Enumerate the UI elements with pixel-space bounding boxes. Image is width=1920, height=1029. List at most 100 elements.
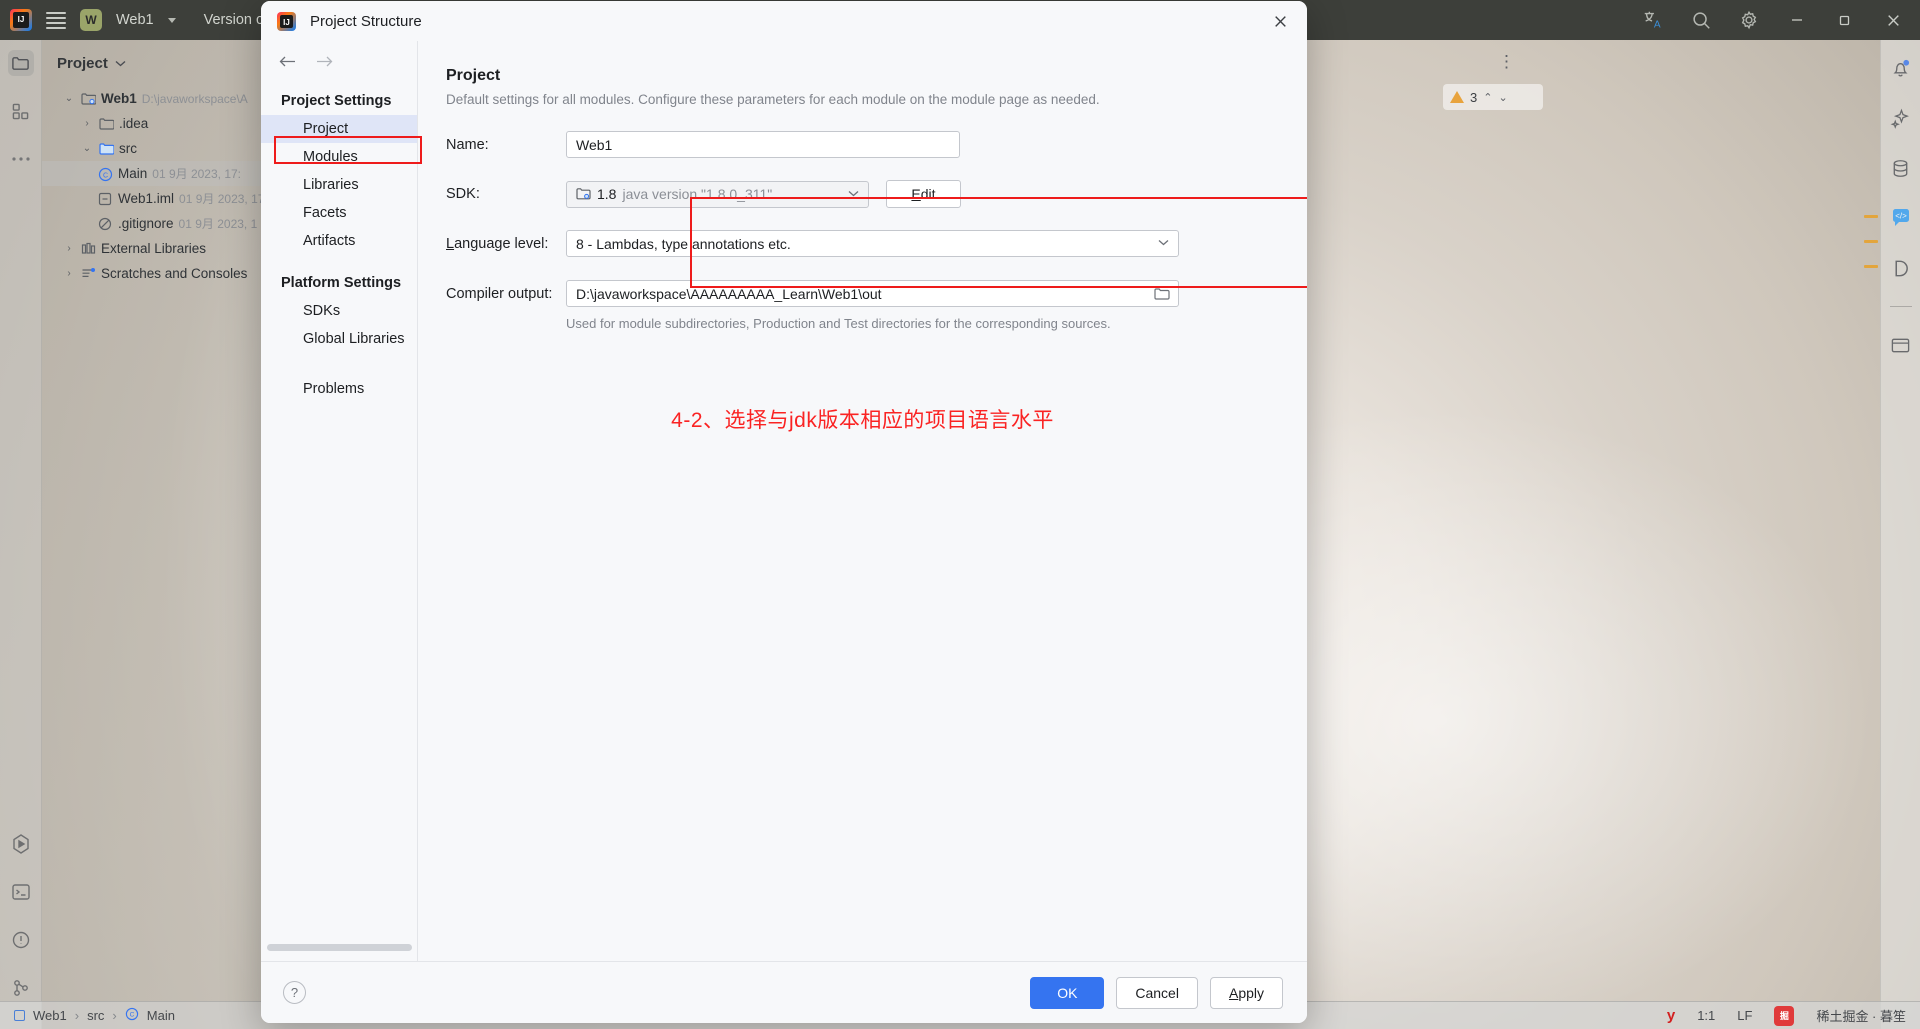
sidebar-item-facets[interactable]: Facets xyxy=(261,199,417,227)
chevron-collapsed-icon[interactable]: › xyxy=(62,268,76,279)
more-ellipsis-icon[interactable] xyxy=(8,146,34,172)
tree-meta: 01 9月 2023, 17: xyxy=(152,167,242,181)
chevron-collapsed-icon[interactable]: › xyxy=(80,118,94,129)
chevron-collapsed-icon[interactable]: › xyxy=(62,243,76,254)
divider xyxy=(1889,306,1912,307)
dialog-body: Project Settings Project Modules Librari… xyxy=(261,41,1307,961)
chevron-down-icon[interactable] xyxy=(1158,238,1169,249)
dialog-footer: ? OK Cancel Apply xyxy=(261,961,1307,1023)
activity-bar xyxy=(0,40,42,1029)
tree-node-gitignore[interactable]: .gitignore 01 9月 2023, 1 xyxy=(42,211,280,236)
problems-icon[interactable] xyxy=(8,927,34,953)
language-level-value: 8 - Lambdas, type annotations etc. xyxy=(576,235,791,252)
chevron-expanded-icon[interactable]: ⌄ xyxy=(80,143,94,154)
close-icon[interactable] xyxy=(1267,8,1293,34)
chevron-down-icon[interactable]: ⌄ xyxy=(1498,91,1507,104)
tree-node-external-libraries[interactable]: › External Libraries xyxy=(42,236,280,261)
sidebar-scrollbar[interactable] xyxy=(267,944,412,951)
notifications-bell-icon[interactable] xyxy=(1889,56,1913,80)
language-level-combobox[interactable]: 8 - Lambdas, type annotations etc. xyxy=(566,230,1179,257)
svg-text:C: C xyxy=(103,172,108,179)
version-control-icon[interactable] xyxy=(8,975,34,1001)
breadcrumb-item-module[interactable]: Web1 xyxy=(33,1008,67,1023)
project-panel-header[interactable]: Project xyxy=(42,40,280,72)
more-vertical-icon[interactable]: ⋮ xyxy=(1498,52,1516,72)
name-row: Name: Web1 xyxy=(446,131,1277,158)
titlebar-project-name[interactable]: Web1 xyxy=(116,12,154,28)
annotation-text: 4-2、选择与jdk版本相应的项目语言水平 xyxy=(671,409,1054,432)
tree-node-main[interactable]: C Main 01 9月 2023, 17: xyxy=(42,161,280,186)
translate-icon[interactable]: A xyxy=(1642,9,1664,31)
panel-icon[interactable] xyxy=(1889,333,1913,357)
breadcrumb-item-class[interactable]: Main xyxy=(147,1008,175,1023)
line-separator[interactable]: LF xyxy=(1737,1008,1752,1023)
tree-node-scratches[interactable]: › Scratches and Consoles xyxy=(42,261,280,286)
sidebar-item-artifacts[interactable]: Artifacts xyxy=(261,227,417,255)
tree-node-web1-iml[interactable]: Web1.iml 01 9月 2023, 17 xyxy=(42,186,280,211)
arrow-left-icon[interactable] xyxy=(279,53,296,73)
caret-position[interactable]: 1:1 xyxy=(1697,1008,1715,1023)
tree-label: Main xyxy=(118,166,148,181)
language-level-label: Language level: xyxy=(446,235,549,252)
hamburger-menu-icon[interactable] xyxy=(46,11,66,29)
project-name-input[interactable]: Web1 xyxy=(566,131,960,158)
arrow-right-icon[interactable] xyxy=(316,53,333,73)
tree-node-src[interactable]: ⌄ src xyxy=(42,136,280,161)
compiler-output-label: Compiler output: xyxy=(446,285,553,302)
apply-button[interactable]: Apply xyxy=(1209,976,1283,1009)
tree-node-web1[interactable]: ⌄ Web1 D:\javaworkspace\A xyxy=(42,86,280,111)
sidebar-item-problems[interactable]: Problems xyxy=(261,375,417,403)
database-icon[interactable] xyxy=(1889,156,1913,180)
gitignore-icon xyxy=(98,217,113,231)
chevron-down-icon[interactable] xyxy=(848,189,859,200)
source-folder-icon xyxy=(99,142,115,156)
language-level-row: Language level: 8 - Lambdas, type annota… xyxy=(446,230,1277,257)
dialog-title: Project Structure xyxy=(310,12,422,30)
project-folder-icon[interactable] xyxy=(7,50,34,76)
tree-label: Web1.iml xyxy=(118,191,175,206)
cancel-button[interactable]: Cancel xyxy=(1116,976,1198,1009)
chevron-down-icon[interactable] xyxy=(167,17,176,23)
chevron-down-icon[interactable] xyxy=(115,54,126,72)
help-question-icon[interactable]: ? xyxy=(283,981,306,1004)
inspection-widget[interactable]: 3 ⌃ ⌄ xyxy=(1443,84,1543,110)
compiler-output-row: Compiler output: D:\javaworkspace\AAAAAA… xyxy=(446,280,1277,307)
edit-mnemonic: E xyxy=(911,186,921,202)
ime-indicator: y xyxy=(1666,1007,1676,1024)
terminal-icon[interactable] xyxy=(8,879,34,905)
sidebar-item-libraries[interactable]: Libraries xyxy=(261,171,417,199)
tree-label: Scratches and Consoles xyxy=(101,266,248,281)
java-class-icon: C xyxy=(98,167,113,181)
folder-browse-icon[interactable] xyxy=(1154,287,1170,301)
structure-icon[interactable] xyxy=(8,98,34,124)
close-icon[interactable] xyxy=(1882,9,1904,31)
sidebar-item-modules[interactable]: Modules xyxy=(261,143,417,171)
compiler-output-input[interactable]: D:\javaworkspace\AAAAAAAAA_Learn\Web1\ou… xyxy=(566,280,1179,307)
breadcrumb-item-src[interactable]: src xyxy=(87,1008,104,1023)
sdk-version: 1.8 xyxy=(597,186,617,202)
right-tool-strip: </> xyxy=(1880,40,1920,1029)
project-panel-title: Project xyxy=(57,54,108,72)
gear-icon[interactable] xyxy=(1738,9,1760,31)
tree-node-idea[interactable]: › .idea xyxy=(42,111,280,136)
sdk-combobox[interactable]: 1.8 java version "1.8.0_311" xyxy=(566,180,869,208)
maximize-icon[interactable] xyxy=(1834,9,1856,31)
dialog-titlebar: Project Structure xyxy=(261,1,1307,41)
sidebar-item-global-libraries[interactable]: Global Libraries xyxy=(261,325,417,353)
docs-letter-d-icon[interactable] xyxy=(1889,256,1913,280)
tree-label: src xyxy=(119,141,137,156)
warning-triangle-icon xyxy=(1450,91,1464,103)
chevron-expanded-icon[interactable]: ⌄ xyxy=(62,93,76,104)
search-icon[interactable] xyxy=(1690,9,1712,31)
run-icon[interactable] xyxy=(8,831,34,857)
sidebar-item-project[interactable]: Project xyxy=(261,115,417,143)
name-label: Name: xyxy=(446,136,489,153)
project-structure-dialog: Project Structure xyxy=(261,1,1307,1023)
sidebar-item-sdks[interactable]: SDKs xyxy=(261,297,417,325)
ai-assistant-sparkle-icon[interactable] xyxy=(1889,106,1913,130)
sdk-edit-button[interactable]: Edit xyxy=(886,180,961,208)
code-with-me-icon[interactable]: </> xyxy=(1889,206,1913,230)
ok-button[interactable]: OK xyxy=(1030,976,1105,1009)
chevron-up-icon[interactable]: ⌃ xyxy=(1483,91,1492,104)
minimize-icon[interactable] xyxy=(1786,9,1808,31)
